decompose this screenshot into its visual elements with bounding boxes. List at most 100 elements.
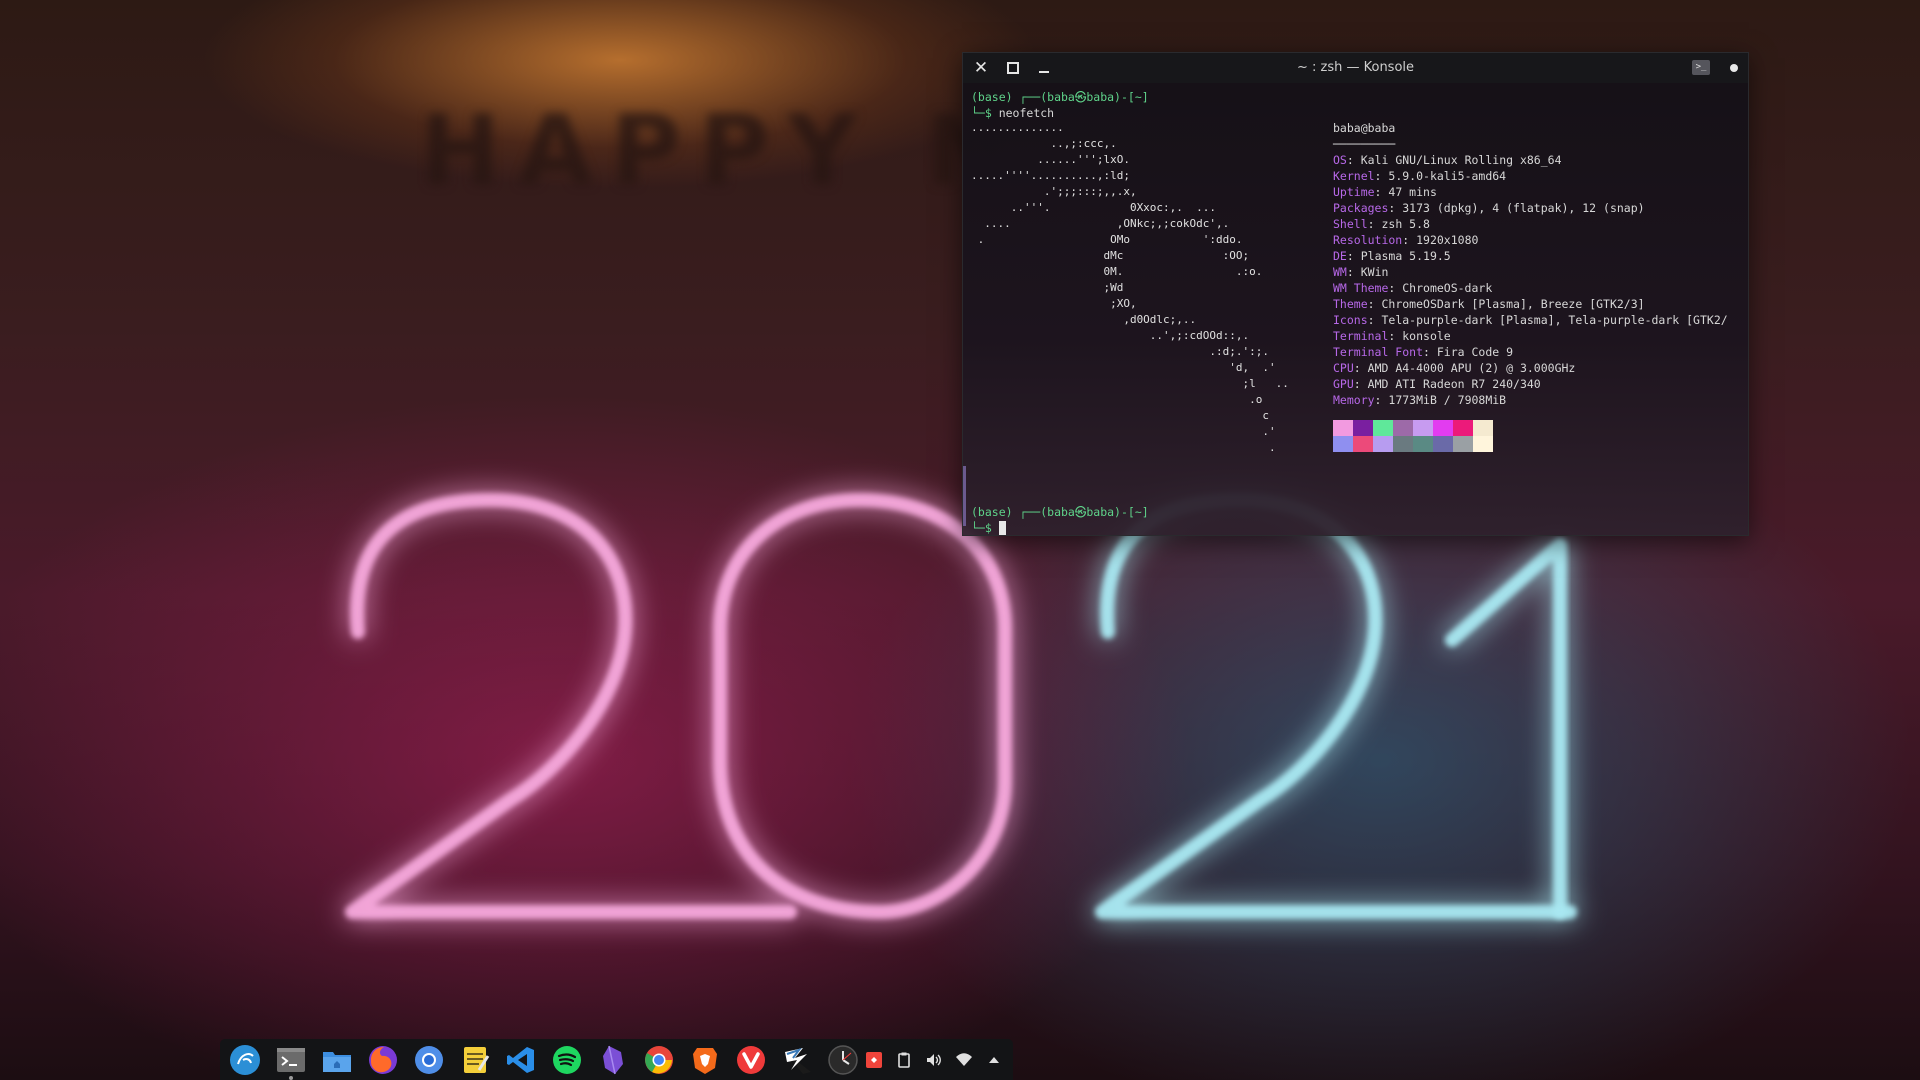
palette-swatch [1373,420,1393,436]
info-row: Shell: zsh 5.8 [1333,217,1430,231]
palette-swatch [1393,436,1413,452]
info-key: Icons [1333,313,1368,327]
anydesk-tray-icon[interactable] [865,1051,883,1069]
info-row: GPU: AMD ATI Radeon R7 240/340 [1333,377,1541,391]
network-tray-icon[interactable] [955,1051,973,1069]
window-title: ~ : zsh — Konsole [1296,60,1415,75]
spotify-icon[interactable] [548,1041,586,1079]
info-row: OS: Kali GNU/Linux Rolling x86_64 [1333,153,1562,167]
palette-swatch [1453,436,1473,452]
konsole-window[interactable]: ✕ ~ : zsh — Konsole >_ (base) ┌──(baba㉿b… [962,52,1749,536]
info-separator: ───────── [1333,137,1396,151]
palette-swatch [1353,436,1373,452]
vivaldi-icon[interactable] [732,1041,770,1079]
info-key: OS [1333,153,1347,167]
clock-icon[interactable] [824,1041,862,1079]
prompt-line-1: (base) ┌──(baba㉿baba)-[~] [971,90,1149,104]
info-row: WM: KWin [1333,265,1389,279]
terminal-scroll-indicator [963,466,966,526]
info-row: DE: Plasma 5.19.5 [1333,249,1451,263]
info-value: 47 mins [1388,185,1437,199]
info-key: Shell [1333,217,1368,231]
info-key: Packages [1333,201,1389,215]
info-value: AMD ATI Radeon R7 240/340 [1367,377,1541,391]
tray-expand-icon[interactable] [985,1051,1003,1069]
info-row: CPU: AMD A4-4000 APU (2) @ 3.000GHz [1333,361,1576,375]
color-palette [1333,420,1493,452]
firefox-icon[interactable] [364,1041,402,1079]
info-row: Resolution: 1920x1080 [1333,233,1479,247]
obsidian-icon[interactable] [594,1041,632,1079]
text-cursor [998,521,1006,535]
text-editor-icon[interactable] [456,1041,494,1079]
info-row: Packages: 3173 (dpkg), 4 (flatpak), 12 (… [1333,201,1645,215]
terminal-output[interactable]: (base) ┌──(baba㉿baba)-[~] └─$ neofetch .… [971,83,1740,535]
kali-ascii-logo: .............. ..,;:ccc,. ......''';lxO.… [971,121,1289,454]
info-value: Tela-purple-dark [Plasma], Tela-purple-d… [1381,313,1728,327]
info-value: Fira Code 9 [1436,345,1514,359]
chromium-icon[interactable] [410,1041,448,1079]
palette-swatch [1333,420,1353,436]
palette-swatch [1433,420,1453,436]
palette-swatch [1413,436,1433,452]
kali-dragon-icon[interactable] [778,1041,816,1079]
info-key: WM [1333,265,1347,279]
taskbar-dock [220,1039,1013,1080]
palette-swatch [1453,420,1473,436]
info-row: Icons: Tela-purple-dark [Plasma], Tela-p… [1333,313,1728,327]
input-line[interactable]: └─$ [971,520,1006,536]
info-key: Memory [1333,393,1375,407]
palette-swatch [1413,420,1433,436]
info-value: 3173 (dpkg), 4 (flatpak), 12 (snap) [1402,201,1645,215]
brave-icon[interactable] [686,1041,724,1079]
info-key: Terminal Font [1333,345,1424,359]
info-row: Uptime: 47 mins [1333,185,1437,199]
palette-swatch [1433,436,1453,452]
palette-swatch [1393,420,1413,436]
palette-swatch [1373,436,1393,452]
clipboard-tray-icon[interactable] [895,1051,913,1069]
info-row: Theme: ChromeOSDark [Plasma], Breeze [GT… [1333,297,1645,311]
info-row: Kernel: 5.9.0-kali5-amd64 [1333,169,1507,183]
palette-swatch [1333,436,1353,452]
info-row: WM Theme: ChromeOS-dark [1333,281,1493,295]
info-key: WM Theme [1333,281,1389,295]
running-indicator [289,1075,293,1080]
info-row: Terminal Font: Fira Code 9 [1333,345,1514,359]
info-value: ChromeOSDark [Plasma], Breeze [GTK2/3] [1381,297,1645,311]
info-key: DE [1333,249,1347,263]
info-key: Uptime [1333,185,1375,199]
info-key: Theme [1333,297,1368,311]
info-key: Kernel [1333,169,1375,183]
vscode-icon[interactable] [502,1041,540,1079]
palette-swatch [1353,420,1373,436]
info-value: 1920x1080 [1416,233,1479,247]
terminal-app-icon[interactable]: >_ [1692,60,1710,75]
info-key: Resolution [1333,233,1403,247]
volume-tray-icon[interactable] [925,1051,943,1069]
info-row: Terminal: konsole [1333,329,1451,343]
info-key: CPU [1333,361,1354,375]
info-row: Memory: 1773MiB / 7908MiB [1333,393,1507,407]
info-key: Terminal [1333,329,1389,343]
chrome-icon[interactable] [640,1041,678,1079]
window-titlebar[interactable]: ✕ ~ : zsh — Konsole >_ [963,53,1748,83]
user-host: baba@baba [1333,121,1396,135]
info-value: KWin [1360,265,1389,279]
info-value: ChromeOS-dark [1402,281,1493,295]
palette-swatch [1473,420,1493,436]
keep-above-icon[interactable] [1730,64,1738,72]
system-tray [865,1039,1003,1080]
file-manager-icon[interactable] [318,1041,356,1079]
palette-swatch [1473,436,1493,452]
info-value: konsole [1402,329,1451,343]
info-value: zsh 5.8 [1381,217,1430,231]
konsole-icon[interactable] [272,1041,310,1080]
prompt-line-2: (base) ┌──(baba㉿baba)-[~] [971,505,1149,519]
info-key: GPU [1333,377,1354,391]
info-value: 1773MiB / 7908MiB [1388,393,1507,407]
kali-menu-icon[interactable] [226,1041,264,1079]
info-value: Plasma 5.19.5 [1360,249,1451,263]
info-value: AMD A4-4000 APU (2) @ 3.000GHz [1367,361,1576,375]
info-value: 5.9.0-kali5-amd64 [1388,169,1507,183]
